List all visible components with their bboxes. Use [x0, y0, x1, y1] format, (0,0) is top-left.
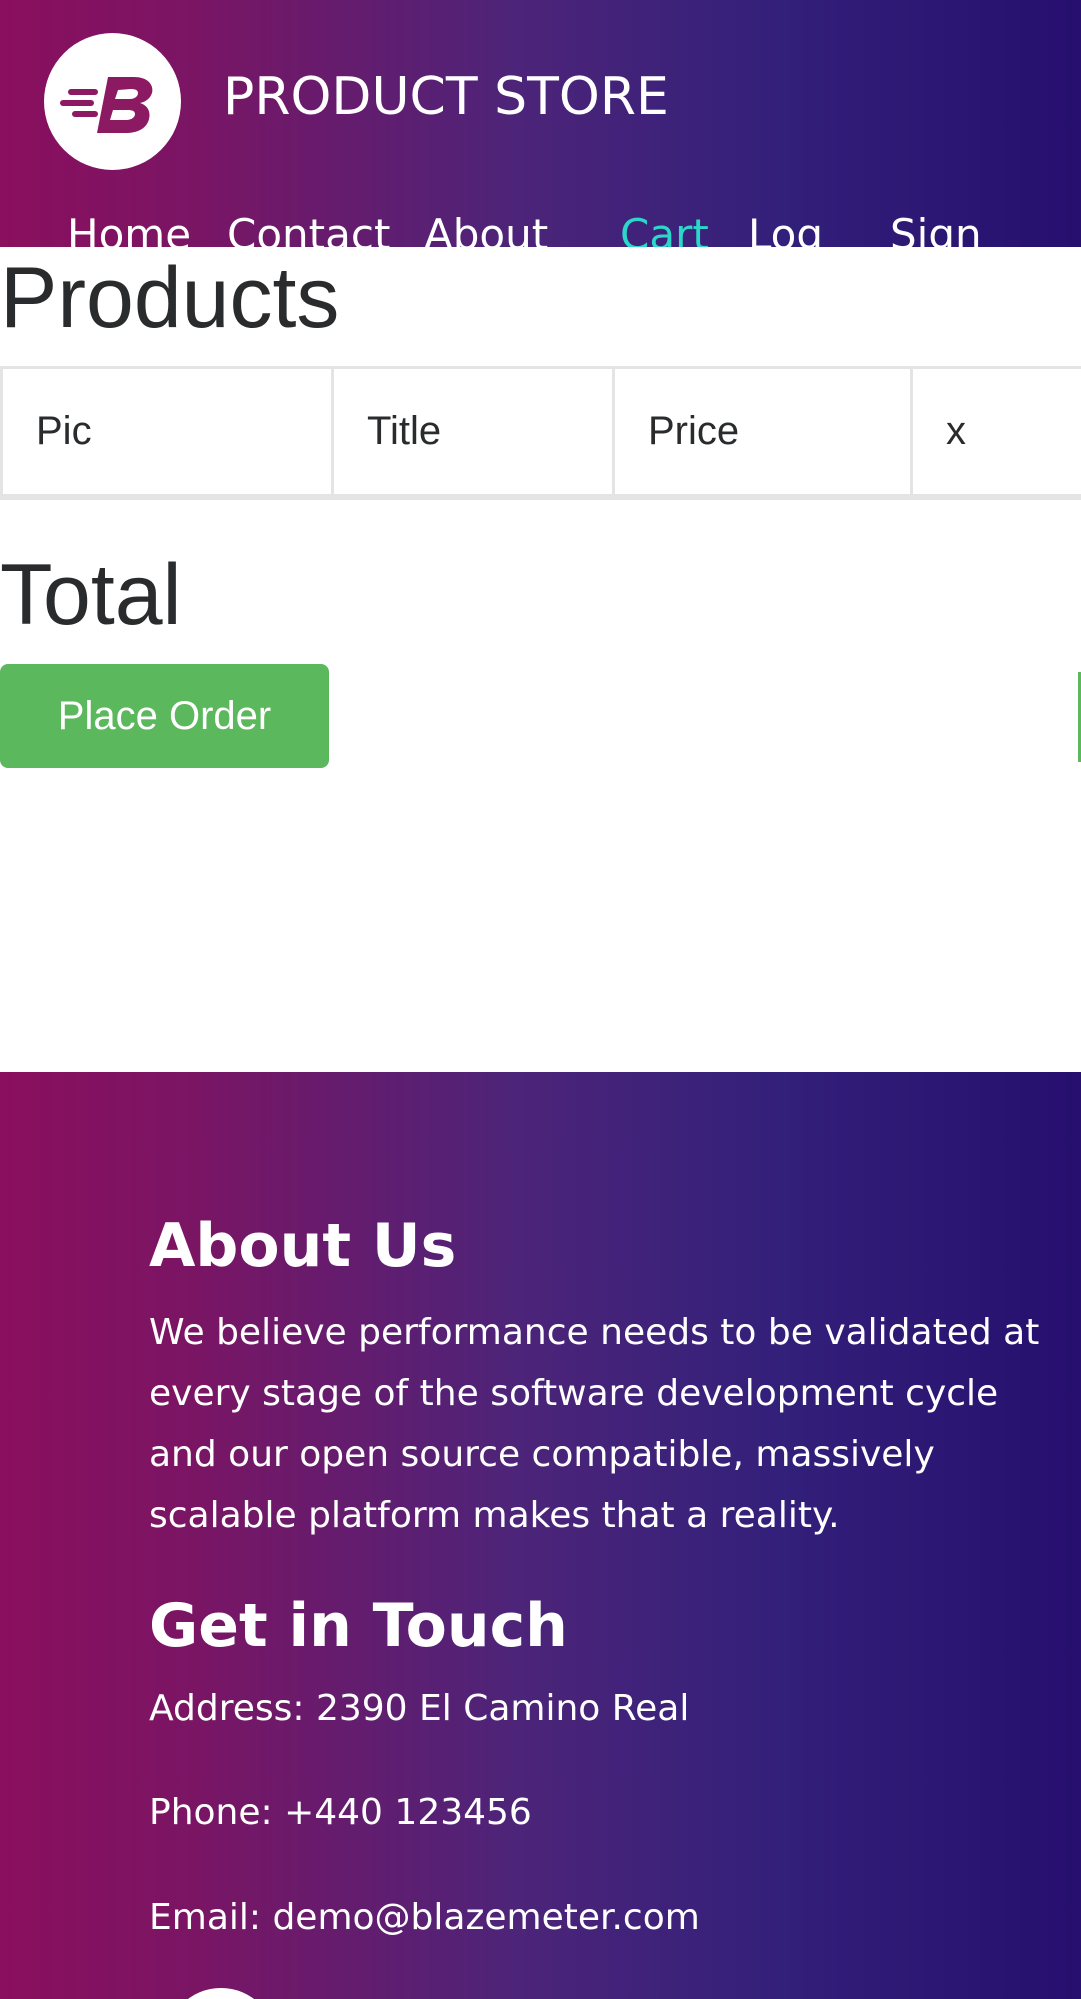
nav-contact[interactable]: Contact — [227, 205, 390, 247]
cart-table: Pic Title Price x — [0, 366, 1081, 500]
nav-about[interactable]: About — [424, 205, 548, 247]
column-header-delete: x — [910, 366, 1081, 500]
products-title: Products — [0, 250, 340, 346]
column-header-title: Title — [331, 366, 615, 500]
contact-address: Address: 2390 El Camino Real — [149, 1688, 690, 1729]
brand-logo[interactable] — [44, 33, 181, 170]
place-order-button[interactable]: Place Order — [0, 664, 329, 768]
get-in-touch-heading: Get in Touch — [149, 1591, 568, 1661]
site-footer: About Us We believe performance needs to… — [0, 1072, 1081, 1999]
about-us-heading: About Us — [149, 1211, 457, 1281]
blazemeter-b-logo-icon — [60, 77, 153, 133]
column-header-pic: Pic — [0, 366, 334, 500]
total-title: Total — [0, 547, 182, 643]
nav-sign-up[interactable]: Sign — [890, 205, 982, 247]
table-header-row: Pic Title Price x — [0, 366, 1081, 500]
brand-name[interactable]: PRODUCT STORE — [223, 62, 669, 132]
site-header: PRODUCT STORE Home Contact About Cart Lo… — [0, 0, 1081, 247]
column-header-price: Price — [612, 366, 913, 500]
about-us-text: We believe performance needs to be valid… — [149, 1312, 1040, 1536]
nav-cart[interactable]: Cart — [620, 205, 709, 247]
main-nav: Home Contact About Cart Log Sign — [0, 205, 1081, 247]
nav-home[interactable]: Home — [67, 205, 191, 247]
contact-email: Email: demo@blazemeter.com — [149, 1897, 700, 1938]
nav-log-in[interactable]: Log — [748, 205, 823, 247]
contact-phone: Phone: +440 123456 — [149, 1792, 532, 1833]
footer-logo — [166, 1988, 276, 1999]
